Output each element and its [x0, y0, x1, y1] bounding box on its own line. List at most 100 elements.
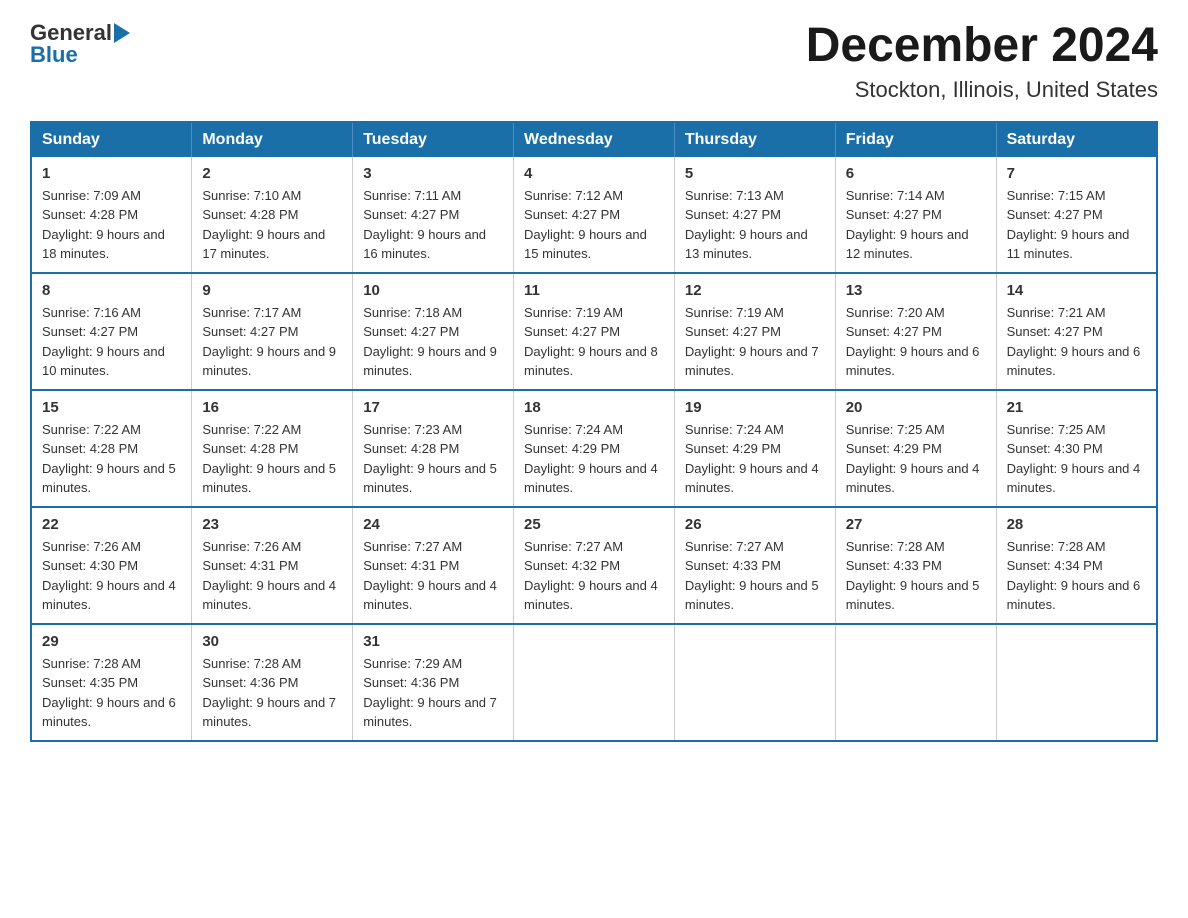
calendar-cell: 14 Sunrise: 7:21 AMSunset: 4:27 PMDayligh… [996, 273, 1157, 390]
day-number: 1 [42, 165, 181, 182]
calendar-cell [674, 624, 835, 741]
day-number: 4 [524, 165, 664, 182]
calendar-cell: 5 Sunrise: 7:13 AMSunset: 4:27 PMDaylight… [674, 157, 835, 273]
day-info: Sunrise: 7:27 AMSunset: 4:32 PMDaylight:… [524, 537, 664, 615]
logo: General Blue [30, 20, 132, 68]
calendar-cell: 1 Sunrise: 7:09 AMSunset: 4:28 PMDaylight… [31, 157, 192, 273]
day-info: Sunrise: 7:22 AMSunset: 4:28 PMDaylight:… [42, 420, 181, 498]
calendar-cell: 29 Sunrise: 7:28 AMSunset: 4:35 PMDayligh… [31, 624, 192, 741]
calendar-cell [996, 624, 1157, 741]
day-number: 14 [1007, 282, 1146, 299]
calendar-cell: 28 Sunrise: 7:28 AMSunset: 4:34 PMDayligh… [996, 507, 1157, 624]
day-number: 17 [363, 399, 503, 416]
day-info: Sunrise: 7:18 AMSunset: 4:27 PMDaylight:… [363, 303, 503, 381]
day-info: Sunrise: 7:28 AMSunset: 4:34 PMDaylight:… [1007, 537, 1146, 615]
logo-blue-text: Blue [30, 42, 78, 68]
day-info: Sunrise: 7:10 AMSunset: 4:28 PMDaylight:… [202, 186, 342, 264]
day-info: Sunrise: 7:15 AMSunset: 4:27 PMDaylight:… [1007, 186, 1146, 264]
calendar-cell: 2Sunrise: 7:10 AMSunset: 4:28 PMDaylight… [192, 157, 353, 273]
day-info: Sunrise: 7:12 AMSunset: 4:27 PMDaylight:… [524, 186, 664, 264]
calendar-cell: 20 Sunrise: 7:25 AMSunset: 4:29 PMDayligh… [835, 390, 996, 507]
day-info: Sunrise: 7:22 AMSunset: 4:28 PMDaylight:… [202, 420, 342, 498]
day-info: Sunrise: 7:29 AMSunset: 4:36 PMDaylight:… [363, 654, 503, 732]
calendar-cell: 26 Sunrise: 7:27 AMSunset: 4:33 PMDayligh… [674, 507, 835, 624]
day-header-sunday: Sunday [31, 122, 192, 157]
day-info: Sunrise: 7:23 AMSunset: 4:28 PMDaylight:… [363, 420, 503, 498]
day-header-thursday: Thursday [674, 122, 835, 157]
day-number: 6 [846, 165, 986, 182]
calendar-cell: 11Sunrise: 7:19 AMSunset: 4:27 PMDayligh… [514, 273, 675, 390]
day-number: 8 [42, 282, 181, 299]
calendar-week-row: 8 Sunrise: 7:16 AMSunset: 4:27 PMDaylight… [31, 273, 1157, 390]
title-section: December 2024 Stockton, Illinois, United… [806, 20, 1158, 103]
day-info: Sunrise: 7:09 AMSunset: 4:28 PMDaylight:… [42, 186, 181, 264]
day-number: 24 [363, 516, 503, 533]
calendar-cell: 8 Sunrise: 7:16 AMSunset: 4:27 PMDaylight… [31, 273, 192, 390]
day-info: Sunrise: 7:27 AMSunset: 4:33 PMDaylight:… [685, 537, 825, 615]
calendar-cell: 30Sunrise: 7:28 AMSunset: 4:36 PMDayligh… [192, 624, 353, 741]
day-info: Sunrise: 7:20 AMSunset: 4:27 PMDaylight:… [846, 303, 986, 381]
day-info: Sunrise: 7:13 AMSunset: 4:27 PMDaylight:… [685, 186, 825, 264]
day-number: 29 [42, 633, 181, 650]
day-header-tuesday: Tuesday [353, 122, 514, 157]
month-title: December 2024 [806, 20, 1158, 73]
day-number: 19 [685, 399, 825, 416]
calendar-cell: 25 Sunrise: 7:27 AMSunset: 4:32 PMDayligh… [514, 507, 675, 624]
day-info: Sunrise: 7:27 AMSunset: 4:31 PMDaylight:… [363, 537, 503, 615]
calendar-cell: 10 Sunrise: 7:18 AMSunset: 4:27 PMDayligh… [353, 273, 514, 390]
day-number: 9 [202, 282, 342, 299]
day-info: Sunrise: 7:25 AMSunset: 4:29 PMDaylight:… [846, 420, 986, 498]
calendar-cell: 16 Sunrise: 7:22 AMSunset: 4:28 PMDayligh… [192, 390, 353, 507]
page-header: General Blue December 2024 Stockton, Ill… [30, 20, 1158, 103]
day-number: 22 [42, 516, 181, 533]
day-number: 25 [524, 516, 664, 533]
location: Stockton, Illinois, United States [806, 77, 1158, 103]
calendar-cell: 27 Sunrise: 7:28 AMSunset: 4:33 PMDayligh… [835, 507, 996, 624]
calendar-cell: 17 Sunrise: 7:23 AMSunset: 4:28 PMDayligh… [353, 390, 514, 507]
calendar-cell: 7Sunrise: 7:15 AMSunset: 4:27 PMDaylight… [996, 157, 1157, 273]
calendar-header-row: SundayMondayTuesdayWednesdayThursdayFrid… [31, 122, 1157, 157]
day-info: Sunrise: 7:19 AMSunset: 4:27 PMDaylight:… [685, 303, 825, 381]
day-header-saturday: Saturday [996, 122, 1157, 157]
calendar-cell: 19 Sunrise: 7:24 AMSunset: 4:29 PMDayligh… [674, 390, 835, 507]
calendar-cell: 18 Sunrise: 7:24 AMSunset: 4:29 PMDayligh… [514, 390, 675, 507]
day-number: 5 [685, 165, 825, 182]
day-number: 10 [363, 282, 503, 299]
day-number: 11 [524, 282, 664, 299]
day-info: Sunrise: 7:11 AMSunset: 4:27 PMDaylight:… [363, 186, 503, 264]
day-number: 27 [846, 516, 986, 533]
day-number: 21 [1007, 399, 1146, 416]
day-header-monday: Monday [192, 122, 353, 157]
day-info: Sunrise: 7:24 AMSunset: 4:29 PMDaylight:… [524, 420, 664, 498]
calendar-cell: 6Sunrise: 7:14 AMSunset: 4:27 PMDaylight… [835, 157, 996, 273]
calendar-week-row: 22 Sunrise: 7:26 AMSunset: 4:30 PMDayligh… [31, 507, 1157, 624]
day-number: 23 [202, 516, 342, 533]
day-number: 3 [363, 165, 503, 182]
calendar-week-row: 15 Sunrise: 7:22 AMSunset: 4:28 PMDayligh… [31, 390, 1157, 507]
calendar-cell: 15 Sunrise: 7:22 AMSunset: 4:28 PMDayligh… [31, 390, 192, 507]
day-info: Sunrise: 7:16 AMSunset: 4:27 PMDaylight:… [42, 303, 181, 381]
day-number: 13 [846, 282, 986, 299]
day-info: Sunrise: 7:21 AMSunset: 4:27 PMDaylight:… [1007, 303, 1146, 381]
calendar-cell: 13 Sunrise: 7:20 AMSunset: 4:27 PMDayligh… [835, 273, 996, 390]
day-number: 26 [685, 516, 825, 533]
day-number: 28 [1007, 516, 1146, 533]
day-info: Sunrise: 7:26 AMSunset: 4:31 PMDaylight:… [202, 537, 342, 615]
day-info: Sunrise: 7:26 AMSunset: 4:30 PMDaylight:… [42, 537, 181, 615]
day-info: Sunrise: 7:24 AMSunset: 4:29 PMDaylight:… [685, 420, 825, 498]
day-header-friday: Friday [835, 122, 996, 157]
day-number: 20 [846, 399, 986, 416]
day-info: Sunrise: 7:25 AMSunset: 4:30 PMDaylight:… [1007, 420, 1146, 498]
day-number: 15 [42, 399, 181, 416]
day-number: 31 [363, 633, 503, 650]
day-number: 16 [202, 399, 342, 416]
logo-arrow-icon [114, 23, 130, 43]
day-info: Sunrise: 7:28 AMSunset: 4:33 PMDaylight:… [846, 537, 986, 615]
day-info: Sunrise: 7:28 AMSunset: 4:35 PMDaylight:… [42, 654, 181, 732]
day-number: 18 [524, 399, 664, 416]
day-info: Sunrise: 7:17 AMSunset: 4:27 PMDaylight:… [202, 303, 342, 381]
day-number: 12 [685, 282, 825, 299]
calendar-cell: 31 Sunrise: 7:29 AMSunset: 4:36 PMDayligh… [353, 624, 514, 741]
calendar-cell: 24 Sunrise: 7:27 AMSunset: 4:31 PMDayligh… [353, 507, 514, 624]
calendar-cell: 22 Sunrise: 7:26 AMSunset: 4:30 PMDayligh… [31, 507, 192, 624]
